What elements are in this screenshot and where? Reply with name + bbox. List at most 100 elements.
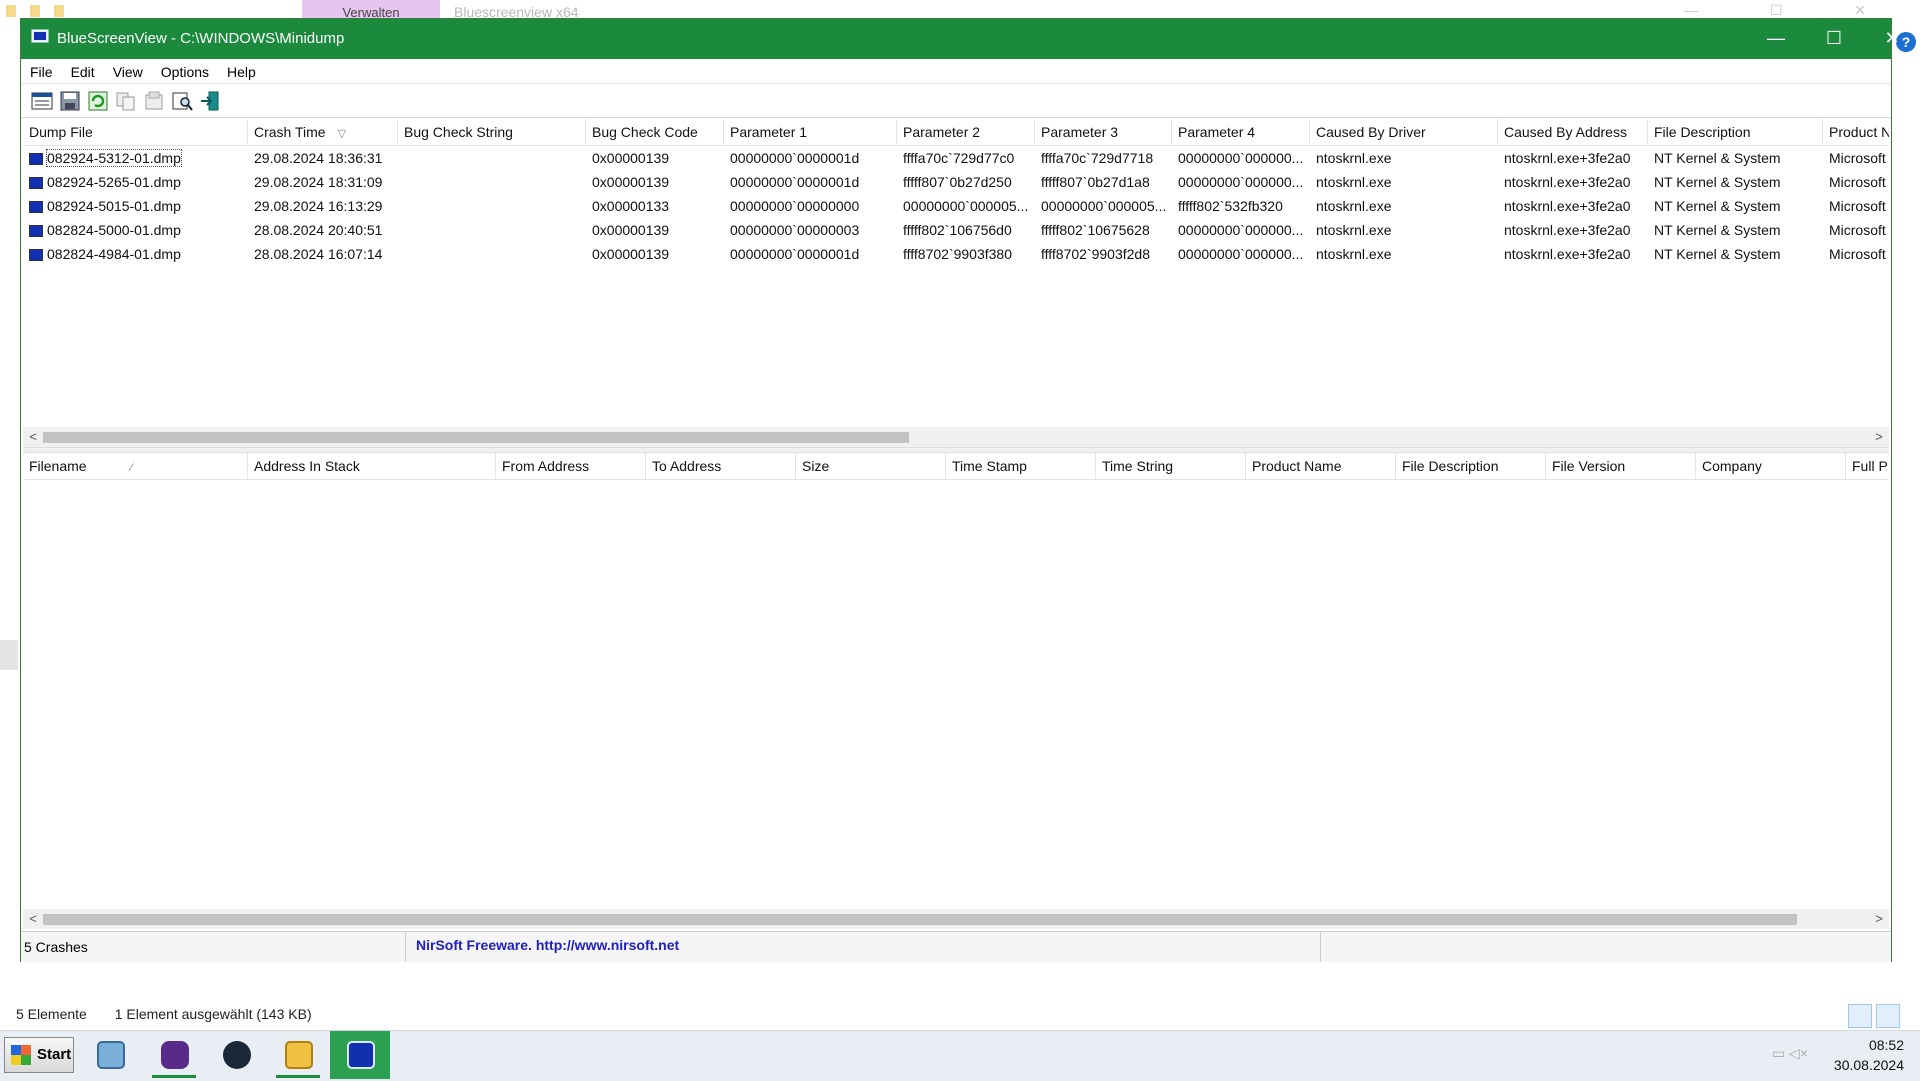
taskbar-app-steam[interactable] [206, 1031, 266, 1079]
cell-text: ffff8702`9903f2d8 [1041, 246, 1150, 262]
cell-text: 082824-4984-01.dmp [47, 246, 181, 262]
column-header-dump-file[interactable]: Dump File [23, 119, 248, 145]
column-header-size[interactable]: Size [796, 453, 946, 479]
cell-text: fffff802`10675628 [1041, 222, 1150, 238]
column-header-parameter-4[interactable]: Parameter 4 [1172, 119, 1310, 145]
column-header-parameter-2[interactable]: Parameter 2 [897, 119, 1035, 145]
system-tray-icons[interactable]: ▭ ◁× [1772, 1045, 1808, 1062]
column-header-bug-check-string[interactable]: Bug Check String [398, 119, 586, 145]
cell-caused-by-address: ntoskrnl.exe+3fe2a0 [1498, 170, 1648, 194]
cell-text: ffffa70c`729d7718 [1041, 150, 1154, 166]
cell-parameter-4: fffff802`532fb320 [1172, 194, 1310, 218]
cell-parameter-1: 00000000`0000001d [724, 170, 897, 194]
column-header-company[interactable]: Company [1696, 453, 1846, 479]
column-header-product-name[interactable]: Product Name [1246, 453, 1396, 479]
column-header-full-path[interactable]: Full P [1846, 453, 1889, 479]
close-button[interactable]: ✕ [1863, 19, 1920, 59]
cell-caused-by-address: ntoskrnl.exe+3fe2a0 [1498, 242, 1648, 266]
scroll-right-arrow-icon[interactable]: > [1869, 909, 1889, 929]
cell-crash-time: 29.08.2024 16:13:29 [248, 194, 398, 218]
cell-text: 0x00000139 [592, 222, 670, 238]
cell-parameter-1: 00000000`00000003 [724, 218, 897, 242]
column-header-crash-time[interactable]: Crash Time ▽ [248, 119, 398, 145]
column-header-product-name[interactable]: Product N [1823, 119, 1889, 145]
scroll-right-arrow-icon[interactable]: > [1869, 427, 1889, 447]
menu-edit[interactable]: Edit [62, 59, 104, 85]
column-header-caused-by-address[interactable]: Caused By Address [1498, 119, 1648, 145]
column-header-to-address[interactable]: To Address [646, 453, 796, 479]
start-button[interactable]: Start [4, 1037, 74, 1073]
column-header-from-address[interactable]: From Address [496, 453, 646, 479]
background-tab-manage[interactable]: Verwalten [302, 0, 440, 20]
cell-text: ntoskrnl.exe+3fe2a0 [1504, 198, 1631, 214]
minimize-button[interactable]: — [1747, 19, 1805, 59]
details-view-icon[interactable] [1848, 1004, 1872, 1028]
cell-text: 29.08.2024 18:31:09 [254, 174, 383, 190]
cell-text: Microsoft [1829, 198, 1886, 214]
find-icon[interactable] [171, 91, 193, 111]
cell-caused-by-driver: ntoskrnl.exe [1310, 194, 1498, 218]
cell-text: NT Kernel & System [1654, 198, 1781, 214]
crash-row[interactable]: 082824-5000-01.dmp 28.08.2024 20:40:51 0x0… [23, 218, 1889, 242]
menu-options[interactable]: Options [152, 59, 218, 85]
exit-icon[interactable] [199, 91, 221, 111]
crash-list-horizontal-scrollbar[interactable]: < > [23, 427, 1889, 447]
cell-text: Microsoft [1829, 246, 1886, 262]
scrollbar-thumb[interactable] [43, 914, 1797, 925]
refresh-icon[interactable] [87, 91, 109, 111]
cell-bug-check-code: 0x00000139 [586, 242, 724, 266]
column-header-time-stamp[interactable]: Time Stamp [946, 453, 1096, 479]
column-header-bug-check-code[interactable]: Bug Check Code [586, 119, 724, 145]
cell-caused-by-driver: ntoskrnl.exe [1310, 242, 1498, 266]
column-header-filename[interactable]: Filename ∕ [23, 453, 248, 479]
menu-view[interactable]: View [104, 59, 152, 85]
taskbar-app-brave[interactable] [144, 1031, 204, 1079]
taskbar-app-bluescreenview[interactable] [330, 1031, 390, 1079]
column-header-address-in-stack[interactable]: Address In Stack [248, 453, 496, 479]
column-header-parameter-1[interactable]: Parameter 1 [724, 119, 897, 145]
column-header-file-description[interactable]: File Description [1396, 453, 1546, 479]
cell-text: ntoskrnl.exe [1316, 246, 1392, 262]
large-icons-view-icon[interactable] [1876, 1004, 1900, 1028]
cell-text: 29.08.2024 16:13:29 [254, 198, 383, 214]
cell-dump-file: 082824-4984-01.dmp [23, 242, 248, 266]
system-clock[interactable]: 08:52 30.08.2024 [1834, 1035, 1904, 1075]
crash-row[interactable]: 082924-5015-01.dmp 29.08.2024 16:13:29 0x0… [23, 194, 1889, 218]
column-header-file-description[interactable]: File Description [1648, 119, 1823, 145]
cell-text: 28.08.2024 16:07:14 [254, 246, 383, 262]
cell-text: fffff802`532fb320 [1178, 198, 1283, 214]
crash-row[interactable]: 082924-5265-01.dmp 29.08.2024 18:31:09 0x0… [23, 170, 1889, 194]
properties-icon[interactable] [31, 91, 53, 111]
column-header-parameter-3[interactable]: Parameter 3 [1035, 119, 1172, 145]
scroll-left-arrow-icon[interactable]: < [23, 909, 43, 929]
cell-parameter-2: fffff807`0b27d250 [897, 170, 1035, 194]
crash-row[interactable]: 082824-4984-01.dmp 28.08.2024 16:07:14 0x0… [23, 242, 1889, 266]
scrollbar-thumb[interactable] [43, 432, 909, 443]
cell-file-description: NT Kernel & System [1648, 194, 1823, 218]
column-header-time-string[interactable]: Time String [1096, 453, 1246, 479]
taskbar-app-notes[interactable] [80, 1031, 140, 1079]
cell-parameter-2: ffff8702`9903f380 [897, 242, 1035, 266]
column-header-file-version[interactable]: File Version [1546, 453, 1696, 479]
status-link-panel: NirSoft Freeware. http://www.nirsoft.net [405, 932, 1321, 962]
save-icon[interactable] [59, 91, 81, 111]
scroll-left-arrow-icon[interactable]: < [23, 427, 43, 447]
maximize-button[interactable]: ☐ [1805, 19, 1863, 59]
menu-file[interactable]: File [21, 59, 62, 85]
column-header-caused-by-driver[interactable]: Caused By Driver [1310, 119, 1498, 145]
app-icon [31, 29, 49, 43]
driver-list: Filename ∕ Address In Stack From Address … [23, 453, 1889, 927]
taskbar-app-explorer[interactable] [268, 1031, 328, 1079]
cell-text: 00000000`000005... [903, 198, 1029, 214]
driver-list-horizontal-scrollbar[interactable]: < > [23, 909, 1889, 929]
cell-text: 082824-5000-01.dmp [47, 222, 181, 238]
copy-icon[interactable] [115, 91, 137, 111]
menu-help[interactable]: Help [218, 59, 265, 85]
cell-caused-by-address: ntoskrnl.exe+3fe2a0 [1498, 146, 1648, 170]
export-icon[interactable] [143, 91, 165, 111]
cell-product-name: Microsoft [1823, 194, 1889, 218]
window-title: BlueScreenView - C:\WINDOWS\Minidump [57, 30, 345, 47]
cell-product-name: Microsoft [1823, 170, 1889, 194]
crash-row[interactable]: 082924-5312-01.dmp 29.08.2024 18:36:31 0x0… [23, 146, 1889, 170]
nirsoft-link[interactable]: NirSoft Freeware. http://www.nirsoft.net [416, 932, 679, 958]
